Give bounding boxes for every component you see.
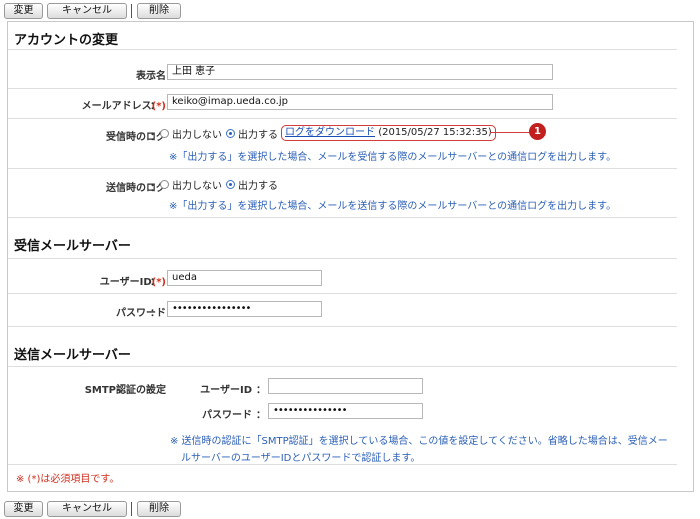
- smtp-note-line1: ※ 送信時の認証に「SMTP認証」を選択している場合、この値を設定してください。…: [170, 436, 668, 447]
- incoming-user-id-input[interactable]: ueda: [167, 270, 322, 286]
- settings-panel: [7, 21, 694, 492]
- divider: [8, 88, 677, 89]
- incoming-section-title: 受信メールサーバー: [14, 239, 131, 254]
- divider: [8, 118, 677, 119]
- colon: ：: [256, 385, 266, 396]
- smtp-password-input[interactable]: •••••••••••••••: [268, 403, 423, 419]
- email-input[interactable]: keiko@imap.ueda.co.jp: [167, 94, 553, 110]
- colon: ：: [150, 101, 160, 112]
- colon: ：: [256, 410, 266, 421]
- toolbar-divider: [131, 4, 132, 18]
- bottom-toolbar: 変更 キャンセル 削除: [4, 500, 181, 518]
- download-timestamp: (2015/05/27 15:32:35): [378, 127, 492, 138]
- divider: [8, 217, 677, 218]
- send-log-no-label: 出力しない: [172, 181, 222, 192]
- smtp-password-label: パスワード: [202, 410, 252, 421]
- send-log-note: ※「出力する」を選択した場合、メールを送信する際のメールサーバーとの通信ログを出…: [169, 201, 617, 212]
- change-button[interactable]: 変更: [4, 501, 43, 517]
- required-fields-note: ※ (*)は必須項目です。: [16, 474, 120, 485]
- outgoing-section-title: 送信メールサーバー: [14, 348, 131, 363]
- divider: [8, 49, 677, 50]
- colon: ：: [150, 71, 160, 82]
- recv-log-no-label: 出力しない: [172, 129, 222, 141]
- colon: ：: [150, 385, 160, 396]
- display-name-input[interactable]: 上田 恵子: [167, 64, 553, 80]
- recv-log-options: 出力しない 出力する ログをダウンロード (2015/05/27 15:32:3…: [160, 125, 496, 141]
- divider: [8, 366, 677, 367]
- colon: ：: [150, 308, 160, 319]
- delete-button[interactable]: 削除: [137, 501, 181, 517]
- send-log-yes-label: 出力する: [238, 181, 278, 192]
- recv-log-yes-radio[interactable]: [226, 128, 235, 138]
- change-button[interactable]: 変更: [4, 3, 43, 19]
- cancel-button[interactable]: キャンセル: [47, 3, 127, 19]
- download-highlight: ログをダウンロード (2015/05/27 15:32:35): [281, 125, 496, 141]
- colon: ：: [150, 132, 160, 143]
- send-log-no-radio[interactable]: [160, 180, 169, 189]
- smtp-user-id-input[interactable]: [268, 378, 423, 394]
- delete-button[interactable]: 削除: [137, 3, 181, 19]
- toolbar-divider: [131, 502, 132, 516]
- recv-log-yes-label: 出力する: [238, 129, 278, 141]
- account-section-title: アカウントの変更: [14, 33, 119, 48]
- divider: [8, 293, 677, 294]
- recv-log-no-radio[interactable]: [160, 128, 169, 138]
- incoming-password-input[interactable]: ••••••••••••••••: [167, 301, 322, 317]
- cancel-button[interactable]: キャンセル: [47, 501, 127, 517]
- divider: [8, 464, 677, 465]
- send-log-options: 出力しない 出力する: [160, 177, 278, 192]
- divider: [8, 258, 677, 259]
- divider: [8, 326, 677, 327]
- callout-badge: 1: [529, 123, 546, 140]
- colon: ：: [150, 277, 160, 288]
- divider: [8, 168, 677, 169]
- top-toolbar: 変更 キャンセル 削除: [4, 2, 181, 20]
- smtp-user-id-label: ユーザーID: [200, 385, 252, 396]
- colon: ：: [150, 183, 160, 194]
- callout-line: [490, 132, 530, 133]
- smtp-note-line2: ルサーバーのユーザーIDとパスワードで認証します。: [181, 453, 421, 464]
- recv-log-note: ※「出力する」を選択した場合、メールを受信する際のメールサーバーとの通信ログを出…: [169, 152, 617, 163]
- download-log-link[interactable]: ログをダウンロード: [285, 127, 375, 138]
- send-log-yes-radio[interactable]: [226, 180, 235, 189]
